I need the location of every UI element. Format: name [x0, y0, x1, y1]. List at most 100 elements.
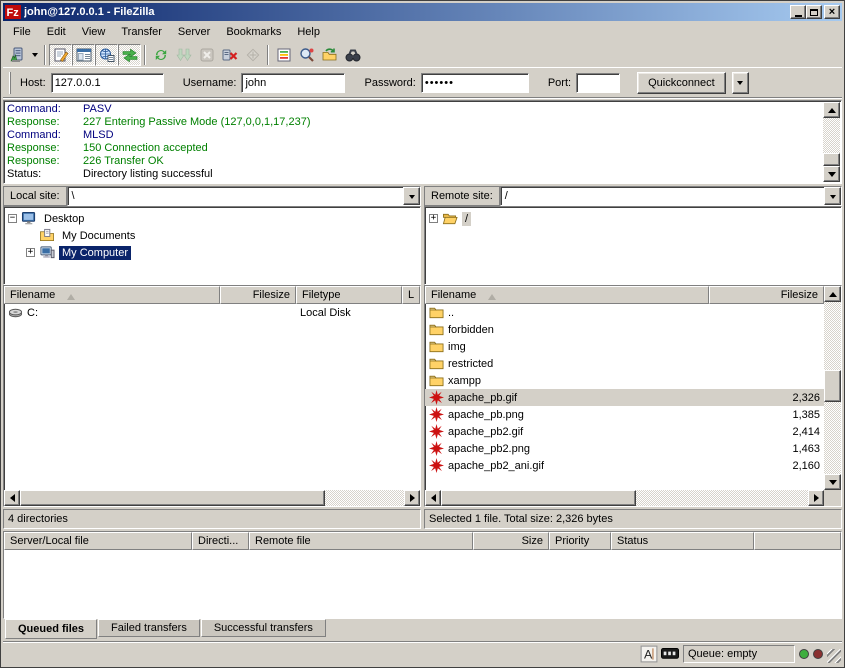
file-row[interactable]: forbidden — [425, 321, 824, 338]
column-header-filename[interactable]: Filename — [425, 286, 709, 304]
scroll-up-button[interactable] — [823, 102, 840, 118]
scroll-thumb[interactable] — [20, 490, 325, 506]
menu-file[interactable]: File — [5, 24, 39, 40]
scroll-thumb[interactable] — [824, 370, 841, 402]
scroll-thumb[interactable] — [823, 153, 840, 166]
queue-column-server-local-file[interactable]: Server/Local file — [4, 532, 192, 550]
scroll-track[interactable] — [636, 490, 808, 506]
remote-site-dropdown-button[interactable] — [824, 187, 841, 205]
scroll-track[interactable] — [824, 302, 841, 474]
cancel-operation-button[interactable] — [195, 44, 218, 66]
local-site-combobox[interactable]: \ — [67, 186, 421, 206]
host-input[interactable] — [51, 73, 164, 93]
refresh-button[interactable] — [149, 44, 172, 66]
speed-limits-icon[interactable] — [661, 646, 679, 662]
tree-item[interactable]: −Desktop — [4, 210, 420, 227]
file-cell: 2,414 — [709, 426, 824, 438]
reconnect-button[interactable] — [241, 44, 264, 66]
file-row[interactable]: C:Local Disk — [4, 304, 420, 321]
column-header-l[interactable]: L — [402, 286, 420, 304]
local-site-dropdown-button[interactable] — [403, 187, 420, 205]
file-row[interactable]: apache_pb2_ani.gif2,160 — [425, 457, 824, 474]
local-site-value[interactable]: \ — [68, 187, 403, 205]
quickconnect-button[interactable]: Quickconnect — [637, 72, 726, 94]
file-cell: forbidden — [425, 322, 709, 337]
directory-filters-button[interactable] — [272, 44, 295, 66]
scroll-track[interactable] — [823, 118, 840, 166]
menu-bookmarks[interactable]: Bookmarks — [218, 24, 289, 40]
scroll-thumb[interactable] — [441, 490, 636, 506]
find-files-button[interactable] — [341, 44, 364, 66]
synchronized-browsing-button[interactable] — [318, 44, 341, 66]
ascii-data-type-icon[interactable]: A — [640, 646, 658, 662]
column-header-filesize[interactable]: Filesize — [220, 286, 296, 304]
tree-item[interactable]: +/ — [425, 210, 841, 227]
toggle-local-tree-button[interactable] — [72, 44, 95, 66]
remote-vertical-scrollbar[interactable] — [824, 286, 841, 506]
queue-column-priority[interactable]: Priority — [549, 532, 611, 550]
scroll-left-button[interactable] — [425, 490, 441, 506]
password-input[interactable] — [421, 73, 529, 93]
maximize-button[interactable] — [806, 5, 822, 19]
quickconnect-dropdown-button[interactable] — [732, 72, 749, 94]
toggle-message-log-button[interactable] — [49, 44, 72, 66]
remote-site-value[interactable]: / — [501, 187, 824, 205]
scroll-up-button[interactable] — [824, 286, 841, 302]
scroll-track[interactable] — [325, 490, 404, 506]
tab-failed-transfers[interactable]: Failed transfers — [98, 619, 200, 637]
message-log-scrollbar[interactable] — [823, 102, 840, 182]
file-row[interactable]: restricted — [425, 355, 824, 372]
tree-expand-icon[interactable]: + — [26, 248, 35, 257]
file-row[interactable]: apache_pb2.png1,463 — [425, 440, 824, 457]
file-row[interactable]: img — [425, 338, 824, 355]
queue-column-status[interactable]: Status — [611, 532, 754, 550]
username-input[interactable] — [241, 73, 345, 93]
menu-server[interactable]: Server — [170, 24, 218, 40]
queue-column-size[interactable]: Size — [473, 532, 549, 550]
tab-successful-transfers[interactable]: Successful transfers — [201, 619, 326, 637]
directory-comparison-button[interactable] — [295, 44, 318, 66]
file-row[interactable]: apache_pb.png1,385 — [425, 406, 824, 423]
scroll-down-button[interactable] — [823, 166, 840, 182]
site-manager-button[interactable] — [5, 44, 28, 66]
column-header-filename[interactable]: Filename — [4, 286, 220, 304]
remote-horizontal-scrollbar[interactable] — [425, 490, 824, 506]
scroll-right-button[interactable] — [808, 490, 824, 506]
scroll-down-button[interactable] — [824, 474, 841, 490]
file-row[interactable]: apache_pb.gif2,326 — [425, 389, 824, 406]
menu-view[interactable]: View — [74, 24, 114, 40]
column-header-label: Server/Local file — [10, 535, 89, 547]
queue-column-remote-file[interactable]: Remote file — [249, 532, 473, 550]
queue-list-body[interactable] — [4, 550, 841, 618]
file-row[interactable]: xampp — [425, 372, 824, 389]
tree-expand-icon[interactable]: + — [429, 214, 438, 223]
tree-item[interactable]: +My Computer — [4, 244, 420, 261]
resize-grip[interactable] — [827, 649, 841, 663]
close-button[interactable]: × — [824, 5, 840, 19]
tab-queued-files[interactable]: Queued files — [5, 619, 97, 639]
site-manager-dropdown-button[interactable] — [28, 44, 41, 66]
file-row[interactable]: .. — [425, 304, 824, 321]
scroll-left-button[interactable] — [4, 490, 20, 506]
column-header-filetype[interactable]: Filetype — [296, 286, 402, 304]
menu-transfer[interactable]: Transfer — [113, 24, 170, 40]
title-bar[interactable]: Fz john@127.0.0.1 - FileZilla × — [3, 3, 842, 21]
tree-item[interactable]: My Documents — [4, 227, 420, 244]
process-queue-button[interactable] — [172, 44, 195, 66]
toggle-transfer-queue-button[interactable] — [118, 44, 141, 66]
toggle-remote-tree-button[interactable] — [95, 44, 118, 66]
port-input[interactable] — [576, 73, 620, 93]
menu-edit[interactable]: Edit — [39, 24, 74, 40]
local-horizontal-scrollbar[interactable] — [4, 490, 420, 506]
queue-column-directi[interactable]: Directi... — [192, 532, 249, 550]
disconnect-button[interactable] — [218, 44, 241, 66]
menu-help[interactable]: Help — [289, 24, 328, 40]
scroll-right-button[interactable] — [404, 490, 420, 506]
minimize-button[interactable] — [790, 5, 806, 19]
send-activity-led-icon — [813, 649, 823, 659]
remote-site-combobox[interactable]: / — [500, 186, 842, 206]
tree-collapse-icon[interactable]: − — [8, 214, 17, 223]
log-line-message: MLSD — [83, 129, 114, 142]
column-header-filesize[interactable]: Filesize — [709, 286, 824, 304]
file-row[interactable]: apache_pb2.gif2,414 — [425, 423, 824, 440]
